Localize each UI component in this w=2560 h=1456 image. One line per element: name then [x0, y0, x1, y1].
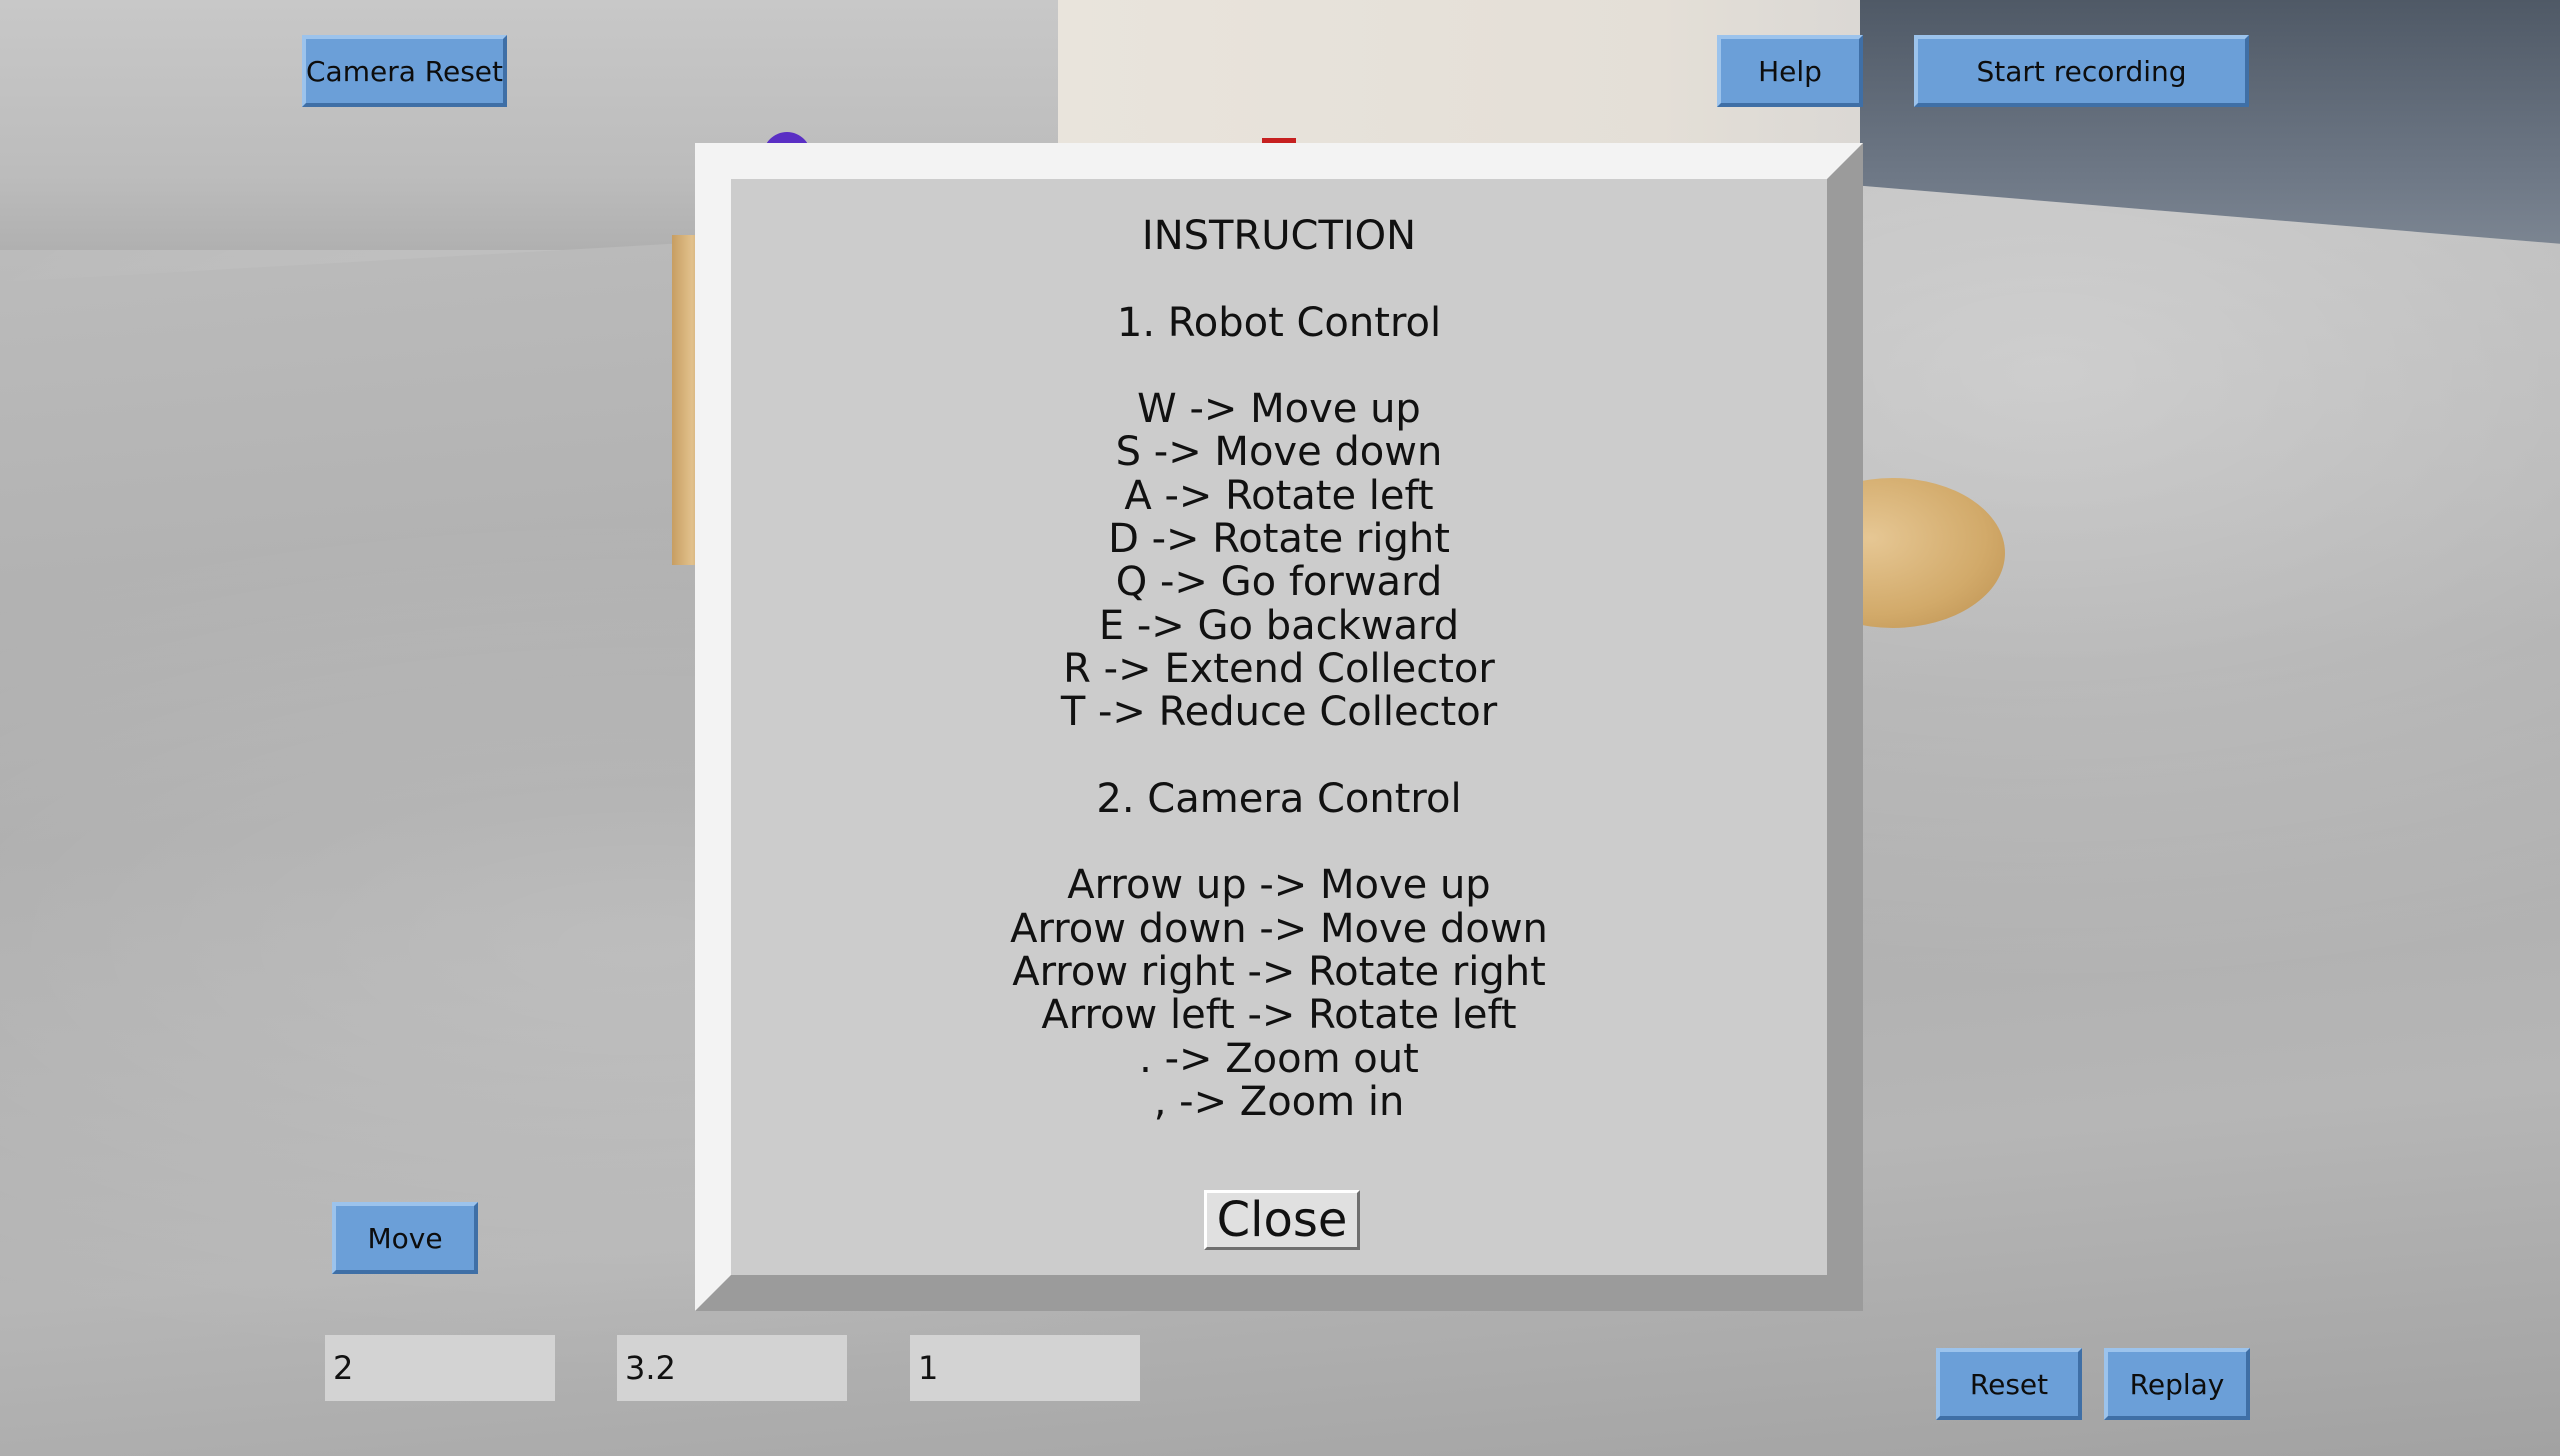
dialog-title: INSTRUCTION — [1141, 213, 1417, 259]
help-button[interactable]: Help — [1717, 35, 1863, 107]
robot-control-line: D -> Rotate right — [1108, 516, 1450, 563]
robot-section-heading: 1. Robot Control — [1116, 299, 1442, 346]
robot-control-line: A -> Rotate left — [1124, 472, 1434, 519]
coordinate-input-3[interactable] — [910, 1335, 1140, 1401]
camera-control-line: Arrow down -> Move down — [1010, 905, 1548, 952]
robot-control-line: S -> Move down — [1115, 429, 1443, 476]
camera-section-heading: 2. Camera Control — [1096, 775, 1462, 822]
instruction-dialog: INSTRUCTION 1. Robot Control W -> Move u… — [695, 143, 1863, 1311]
instruction-text: INSTRUCTION 1. Robot Control W -> Move u… — [731, 179, 1827, 1124]
camera-control-line: . -> Zoom out — [1139, 1035, 1419, 1082]
close-button[interactable]: Close — [1204, 1190, 1360, 1250]
replay-button[interactable]: Replay — [2104, 1348, 2250, 1420]
start-recording-button[interactable]: Start recording — [1914, 35, 2249, 107]
robot-control-line: E -> Go backward — [1098, 602, 1460, 649]
coordinate-input-2[interactable] — [617, 1335, 847, 1401]
coordinate-input-1[interactable] — [325, 1335, 555, 1401]
robot-control-line: T -> Reduce Collector — [1060, 689, 1498, 736]
camera-control-line: Arrow up -> Move up — [1067, 862, 1491, 909]
robot-control-line: R -> Extend Collector — [1063, 645, 1495, 692]
camera-control-line: , -> Zoom in — [1153, 1078, 1405, 1125]
robot-control-line: Q -> Go forward — [1115, 559, 1443, 606]
reset-button[interactable]: Reset — [1936, 1348, 2082, 1420]
camera-reset-button[interactable]: Camera Reset — [302, 35, 507, 107]
move-button[interactable]: Move — [332, 1202, 478, 1274]
camera-control-line: Arrow left -> Rotate left — [1041, 992, 1517, 1039]
camera-control-line: Arrow right -> Rotate right — [1012, 949, 1546, 996]
robot-control-line: W -> Move up — [1137, 386, 1421, 433]
